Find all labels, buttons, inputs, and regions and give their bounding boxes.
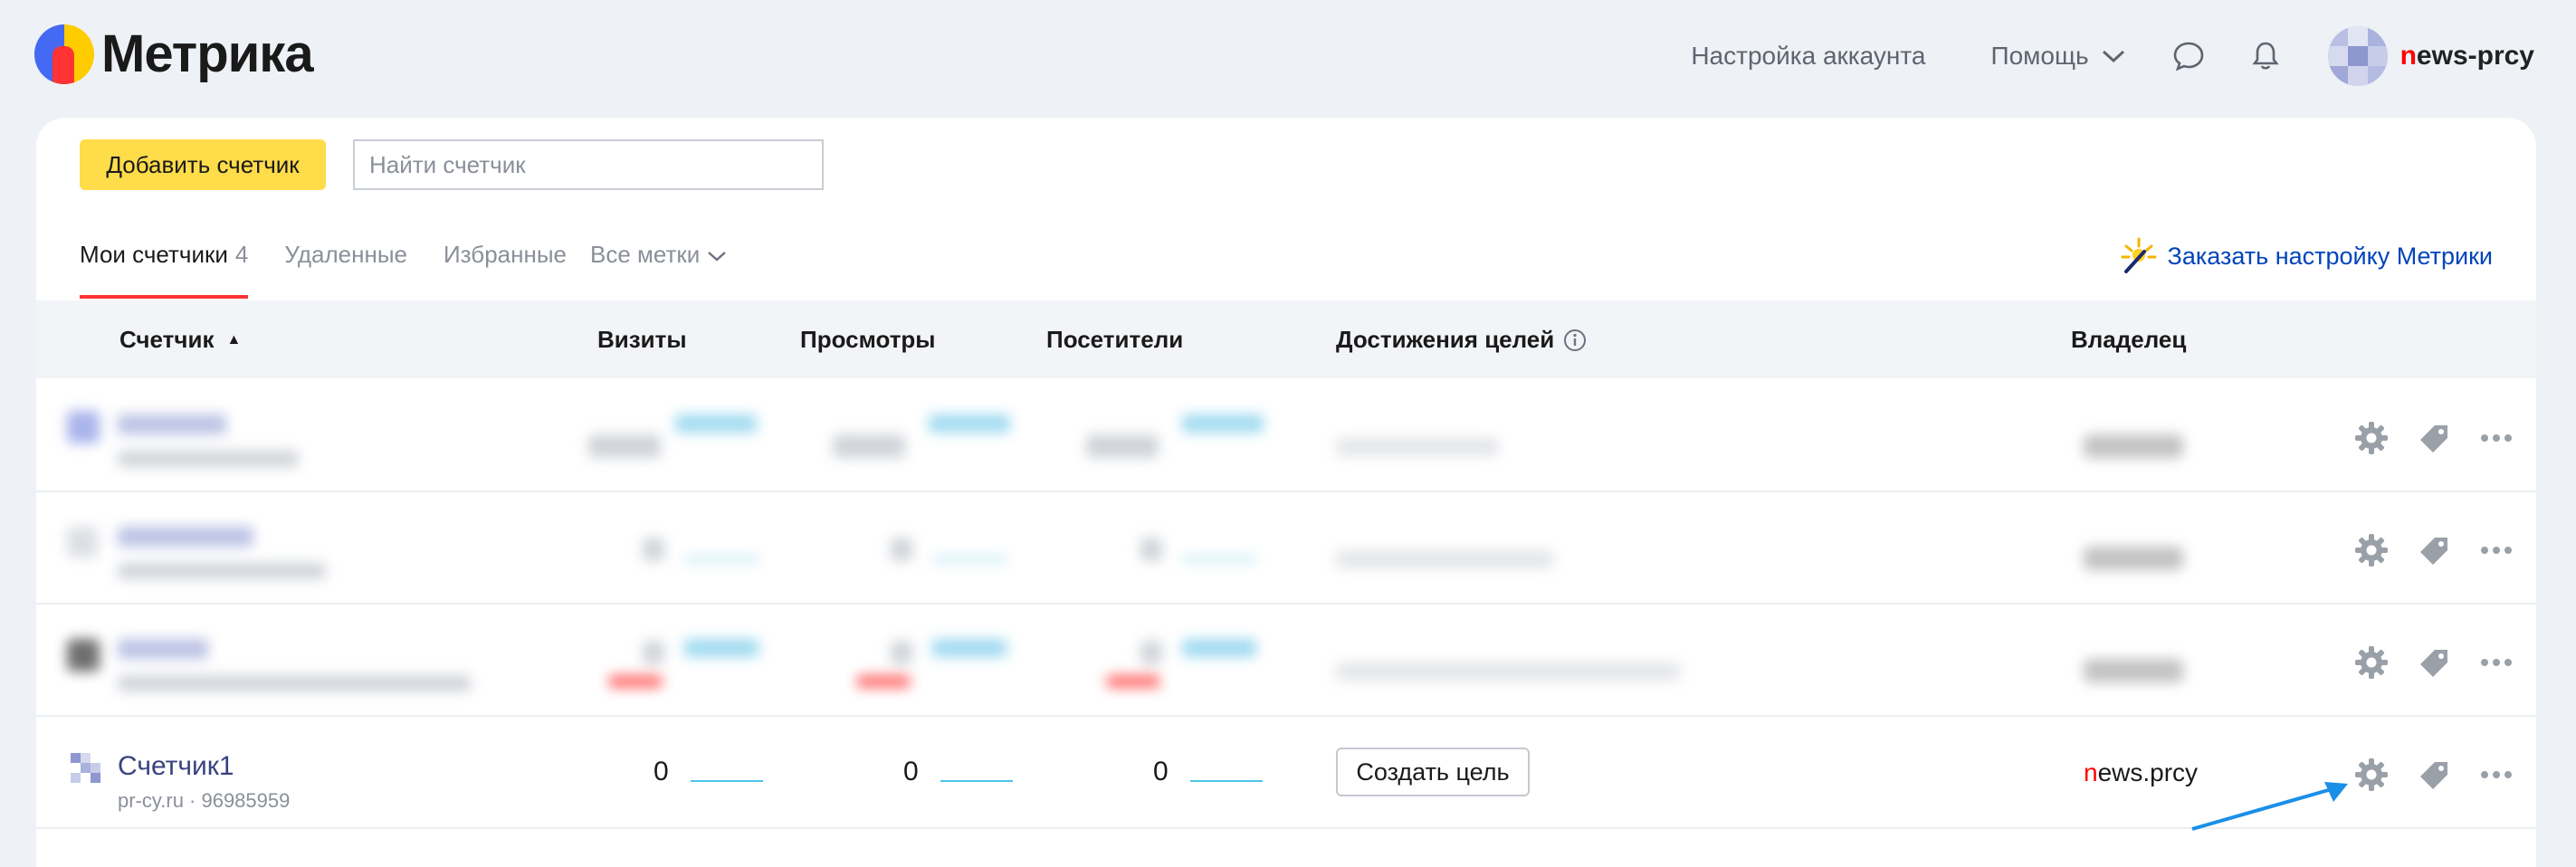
table-row-redacted [36, 378, 2536, 492]
tab-all-tags[interactable]: Все метки [590, 237, 727, 299]
row-actions [2353, 532, 2540, 568]
tab-deleted[interactable]: Удаленные [284, 237, 407, 299]
help-label: Помощь [1990, 42, 2089, 70]
username: news-prcy [2399, 41, 2534, 71]
tag-icon[interactable] [2417, 757, 2453, 793]
views-cell: 0 [903, 757, 1013, 787]
gear-icon[interactable] [2353, 644, 2390, 681]
row-actions [2353, 420, 2540, 456]
search-counter-input[interactable] [353, 139, 824, 190]
visits-cell: 0 [654, 757, 763, 787]
magic-wand-icon [2121, 237, 2157, 273]
owner-name: news.prcy [2084, 758, 2199, 786]
row-actions [2353, 757, 2540, 793]
chat-icon[interactable] [2172, 41, 2205, 71]
order-setup-link[interactable]: Заказать настройку Метрики [2117, 235, 2493, 277]
tag-icon[interactable] [2417, 532, 2453, 568]
tag-icon[interactable] [2417, 420, 2453, 456]
counter-favicon-icon [71, 753, 101, 784]
account-settings-link[interactable]: Настройка аккаунта [1691, 42, 1925, 71]
metrika-logo-icon [34, 24, 94, 84]
metrika-logo[interactable]: Метрика [34, 24, 314, 84]
annotation-arrow-icon [2191, 782, 2348, 831]
more-icon[interactable] [2480, 658, 2513, 667]
add-counter-button[interactable]: Добавить счетчик [80, 139, 326, 190]
chevron-down-icon [708, 252, 727, 262]
top-bar: Метрика Настройка аккаунта Помощь news-p… [0, 0, 2576, 116]
tag-icon[interactable] [2417, 644, 2453, 681]
gear-icon[interactable] [2353, 420, 2390, 456]
col-visitors[interactable]: Посетители [1046, 326, 1183, 354]
col-counter[interactable]: Счетчик ▲ [119, 326, 241, 354]
tab-count: 4 [234, 241, 249, 268]
logo-text: Метрика [101, 24, 314, 83]
col-visits[interactable]: Визиты [597, 326, 687, 354]
counter-tabs: Мои счетчики 4 Удаленные Избранные Все ме… [80, 237, 763, 299]
create-goal-button[interactable]: Создать цель [1336, 748, 1530, 796]
row-actions [2353, 644, 2540, 681]
visitors-sparkline [1189, 780, 1263, 782]
counter-site-id: pr-cy.ru · 96985959 [118, 789, 291, 812]
col-owner[interactable]: Владелец [2071, 326, 2186, 354]
bell-icon[interactable] [2251, 41, 2279, 71]
table-header: Счетчик ▲ Визиты Просмотры Посетители До… [36, 300, 2536, 378]
table-row: Счетчик1 pr-cy.ru · 96985959 0 0 0 Созда… [36, 715, 2536, 829]
more-icon[interactable] [2480, 546, 2513, 555]
user-menu[interactable]: news-prcy [2327, 26, 2534, 86]
visitors-cell: 0 [1153, 757, 1263, 787]
chevron-down-icon [2102, 50, 2124, 63]
info-icon[interactable] [1563, 329, 1587, 352]
tab-favorites[interactable]: Избранные [444, 237, 567, 299]
counters-panel: Добавить счетчик Мои счетчики4 Удаленные… [36, 118, 2536, 867]
tab-my-counters[interactable]: Мои счетчики 4 [80, 237, 249, 299]
col-views[interactable]: Просмотры [800, 326, 936, 354]
more-icon[interactable] [2480, 434, 2513, 443]
header-nav: Настройка аккаунта Помощь news-prcy [1691, 26, 2576, 86]
more-icon[interactable] [2480, 770, 2513, 779]
table-row-redacted [36, 603, 2536, 717]
help-menu[interactable]: Помощь [1990, 42, 2124, 71]
visitors-value: 0 [1153, 757, 1169, 786]
counter-name-link[interactable]: Счетчик1 [118, 751, 234, 782]
views-sparkline [940, 780, 1013, 782]
table-row-redacted [36, 491, 2536, 605]
avatar [2327, 26, 2388, 86]
gear-icon[interactable] [2353, 757, 2390, 793]
visits-sparkline [690, 780, 763, 782]
sort-asc-icon: ▲ [226, 331, 242, 348]
visits-value: 0 [654, 757, 669, 786]
views-value: 0 [903, 757, 919, 786]
order-setup-label: Заказать настройку Метрики [2167, 242, 2493, 270]
col-goals[interactable]: Достижения целей [1336, 326, 1587, 354]
gear-icon[interactable] [2353, 532, 2390, 568]
